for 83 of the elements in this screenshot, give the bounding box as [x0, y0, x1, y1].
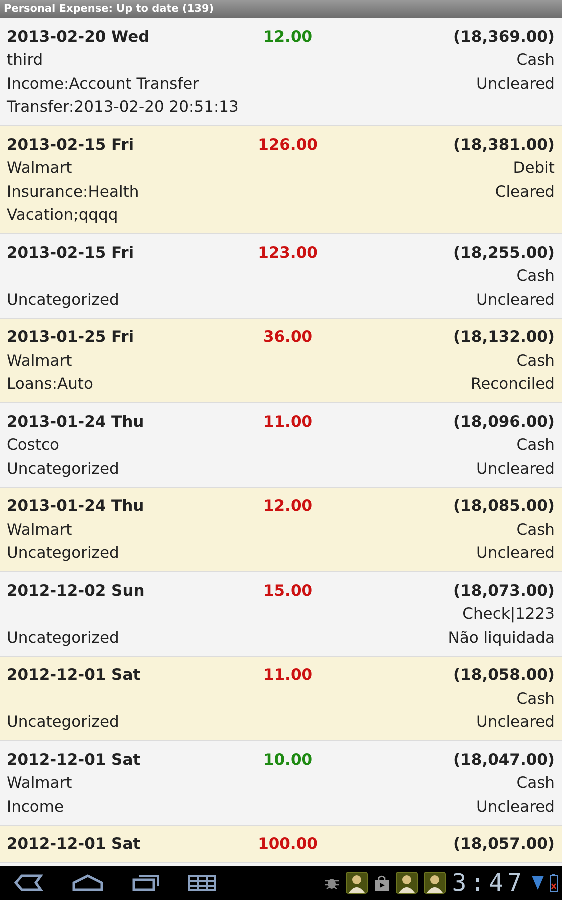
category-text: Uncategorized	[7, 544, 120, 562]
account-text: Cash	[516, 352, 555, 370]
amount-text: 36.00	[262, 328, 314, 346]
transaction-row[interactable]: 2013-02-15 Fri 126.00 (18,381.00) Walmart Debit Insurance:Health Cleared Vacation;qqqq	[0, 126, 562, 234]
date-text: 2013-01-25 Fri	[7, 328, 136, 346]
account-text: Debit	[513, 159, 555, 178]
status-text: Uncleared	[476, 74, 555, 93]
account-text: Cash	[516, 520, 555, 539]
transaction-row[interactable]: 2012-12-01 Sat 11.00 (18,058.00) Cash Uncategorized Uncleared	[0, 656, 562, 741]
amount-text: 11.00	[262, 412, 314, 431]
balance-text: (18,381.00)	[452, 136, 555, 154]
payee-text: Walmart	[7, 159, 74, 178]
payee-text: third	[7, 51, 44, 70]
date-text: 2013-01-24 Thu	[7, 497, 146, 516]
category-text: Insurance:Health	[7, 182, 140, 201]
date-text: 2013-02-15 Fri	[7, 136, 136, 154]
person-icon	[346, 872, 368, 894]
payee-text: Walmart	[7, 774, 74, 792]
person-icon	[424, 872, 446, 894]
amount-text: 12.00	[262, 28, 314, 46]
balance-text: (18,058.00)	[452, 666, 555, 684]
category-text: Uncategorized	[7, 628, 120, 647]
balance-text: (18,369.00)	[452, 28, 555, 46]
category-text: Income:Account Transfer	[7, 74, 200, 93]
status-text: Uncleared	[476, 290, 555, 309]
amount-text: 123.00	[257, 244, 319, 262]
status-text: Cleared	[495, 182, 555, 201]
payee-text: Walmart	[7, 352, 74, 370]
balance-text: (18,096.00)	[452, 412, 555, 431]
category-text: Uncategorized	[7, 713, 120, 732]
amount-text: 12.00	[262, 497, 314, 516]
balance-text: (18,057.00)	[452, 835, 555, 854]
date-text: 2012-12-01 Sat	[7, 666, 142, 684]
status-text: Uncleared	[476, 798, 555, 816]
date-text: 2013-02-15 Fri	[7, 244, 136, 262]
clock-text: 3:47	[452, 869, 526, 897]
recent-apps-icon[interactable]	[132, 874, 160, 892]
back-icon[interactable]	[14, 874, 44, 892]
status-text: Reconciled	[471, 375, 555, 394]
account-text: Cash	[516, 690, 555, 708]
date-text: 2012-12-01 Sat	[7, 750, 142, 769]
status-text: Não liquidada	[448, 628, 555, 647]
bug-icon	[324, 876, 340, 890]
amount-text: 15.00	[262, 582, 314, 600]
balance-text: (18,085.00)	[452, 497, 555, 516]
account-text: Cash	[516, 436, 555, 454]
memo-text: Vacation;qqqq	[7, 206, 120, 224]
status-text: Uncleared	[476, 713, 555, 732]
date-text: 2012-12-02 Sun	[7, 582, 146, 600]
transaction-row[interactable]: 2012-12-01 Sat 100.00 (18,057.00)	[0, 826, 562, 863]
signal-icon	[532, 875, 544, 891]
store-bag-icon	[374, 875, 390, 891]
amount-text: 11.00	[262, 666, 314, 684]
amount-text: 126.00	[257, 136, 319, 154]
account-text: Check|1223	[462, 605, 555, 624]
balance-text: (18,132.00)	[452, 328, 555, 346]
payee-text: Walmart	[7, 520, 74, 539]
transaction-row[interactable]: 2013-01-24 Thu 12.00 (18,085.00) Walmart Cash Uncategorized Uncleared	[0, 488, 562, 572]
category-text: Uncategorized	[7, 460, 120, 478]
category-text: Uncategorized	[7, 290, 120, 309]
balance-text: (18,073.00)	[452, 582, 555, 600]
amount-text: 100.00	[257, 835, 319, 854]
amount-text: 10.00	[262, 750, 314, 769]
account-text: Cash	[516, 267, 555, 286]
account-text: Cash	[516, 51, 555, 70]
memo-text: Transfer:2013-02-20 20:51:13	[7, 98, 240, 116]
transaction-row[interactable]: 2013-01-25 Fri 36.00 (18,132.00) Walmart Cash Loans:Auto Reconciled	[0, 318, 562, 403]
date-text: 2013-01-24 Thu	[7, 412, 146, 431]
battery-icon	[550, 874, 558, 892]
status-text: Uncleared	[476, 544, 555, 562]
status-text: Uncleared	[476, 460, 555, 478]
window-title: Personal Expense: Up to date (139)	[4, 3, 214, 15]
payee-text: Costco	[7, 436, 60, 454]
category-text: Income	[7, 798, 66, 816]
menu-grid-icon[interactable]	[188, 875, 216, 891]
home-icon[interactable]	[72, 874, 104, 892]
date-text: 2012-12-01 Sat	[7, 835, 142, 854]
category-text: Loans:Auto	[7, 375, 94, 394]
person-icon	[396, 872, 418, 894]
account-text: Cash	[516, 774, 555, 792]
balance-text: (18,255.00)	[452, 244, 555, 262]
date-text: 2013-02-20 Wed	[7, 28, 151, 46]
balance-text: (18,047.00)	[452, 750, 555, 769]
